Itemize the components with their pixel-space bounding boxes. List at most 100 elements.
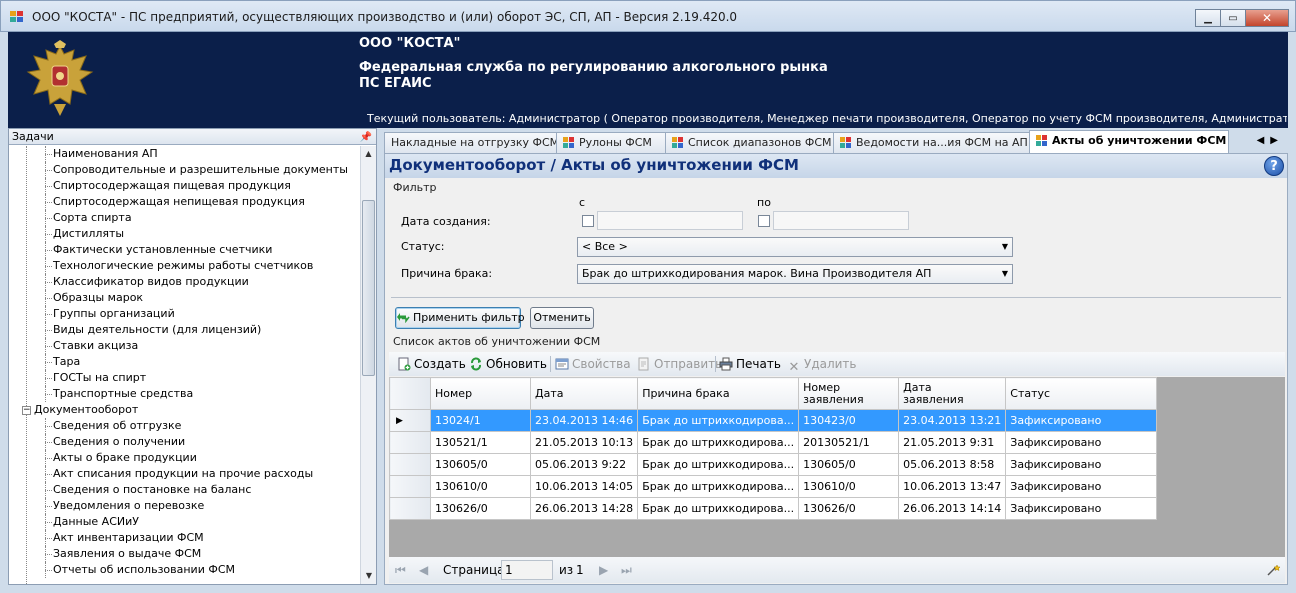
tree-item[interactable]: Сведения об отгрузке: [9, 418, 361, 434]
date-from-field[interactable]: [597, 211, 743, 230]
scroll-thumb[interactable]: [362, 200, 375, 376]
cell-app-number[interactable]: 130626/0: [798, 497, 900, 520]
row-header[interactable]: [389, 453, 431, 476]
cell-status[interactable]: Зафиксировано: [1005, 453, 1158, 476]
cell-number[interactable]: 13024/1: [430, 409, 531, 432]
table-row[interactable]: ▶ 13024/1 23.04.2013 14:46 Брак до штрихкод…: [389, 409, 1158, 432]
column-header-reason[interactable]: Причина брака: [637, 377, 800, 410]
tree-item[interactable]: Заявления о выдаче ФСМ: [9, 546, 361, 562]
scroll-down-icon[interactable]: ▼: [361, 568, 377, 584]
cell-number[interactable]: 130610/0: [430, 475, 531, 498]
tab-2[interactable]: Список диапазонов ФСМ: [665, 132, 835, 153]
cell-app-number[interactable]: 20130521/1: [798, 431, 900, 454]
tree-item[interactable]: Фактически установленные счетчики: [9, 242, 361, 258]
tree-item[interactable]: Технологические режимы работы счетчиков: [9, 258, 361, 274]
tree-item[interactable]: Спиртосодержащая непищевая продукция: [9, 194, 361, 210]
cell-app-number[interactable]: 130423/0: [798, 409, 900, 432]
tab-0[interactable]: Накладные на отгрузку ФСМ: [384, 132, 558, 153]
cell-date[interactable]: 05.06.2013 9:22: [529, 453, 639, 476]
help-icon[interactable]: ?: [1264, 156, 1284, 176]
cell-number[interactable]: 130605/0: [430, 453, 531, 476]
tree-item[interactable]: Виды деятельности (для лицензий): [9, 322, 361, 338]
cell-reason[interactable]: Брак до штрихкодирова...: [637, 453, 800, 476]
tab-prev-icon[interactable]: ◀: [1257, 135, 1271, 146]
cell-status[interactable]: Зафиксировано: [1005, 431, 1158, 454]
cell-date[interactable]: 10.06.2013 14:05: [529, 475, 639, 498]
cell-app-number[interactable]: 130605/0: [798, 453, 900, 476]
last-page-icon[interactable]: ⏭: [621, 563, 632, 578]
tree-item[interactable]: Акт списания продукции на прочие расходы: [9, 466, 361, 482]
wand-icon[interactable]: [1267, 564, 1281, 576]
table-row[interactable]: 130610/0 10.06.2013 14:05 Брак до штрихкод…: [389, 475, 1158, 498]
column-header-status[interactable]: Статус: [1005, 377, 1158, 410]
cell-reason[interactable]: Брак до штрихкодирова...: [637, 431, 800, 454]
column-header-date[interactable]: Дата: [529, 377, 639, 410]
table-row[interactable]: 130626/0 26.06.2013 14:28 Брак до штрихкод…: [389, 497, 1158, 520]
table-row[interactable]: 130605/0 05.06.2013 9:22 Брак до штрихкоди…: [389, 453, 1158, 476]
page-number-input[interactable]: 1: [501, 560, 553, 580]
first-page-icon[interactable]: ⏮: [395, 563, 406, 578]
tree-item[interactable]: Сведения о постановке на баланс: [9, 482, 361, 498]
cell-status[interactable]: Зафиксировано: [1005, 497, 1158, 520]
tree-item[interactable]: Группы организаций: [9, 306, 361, 322]
tree-item[interactable]: Дистилляты: [9, 226, 361, 242]
tree-item[interactable]: Ставки акциза: [9, 338, 361, 354]
close-icon[interactable]: ✕: [1245, 9, 1289, 27]
tree-item[interactable]: Акты о браке продукции: [9, 450, 361, 466]
cell-date[interactable]: 23.04.2013 14:46: [529, 409, 639, 432]
tree-item[interactable]: Спиртосодержащая пищевая продукция: [9, 178, 361, 194]
tab-3[interactable]: Ведомости на...ия ФСМ на АП: [833, 132, 1031, 153]
cell-date[interactable]: 26.06.2013 14:28: [529, 497, 639, 520]
date-to-checkbox[interactable]: [758, 215, 770, 227]
tree-item[interactable]: Наименования АП: [9, 146, 361, 162]
delete-button[interactable]: ✕ Удалить: [787, 356, 857, 375]
tree-item[interactable]: Отчеты об использовании ФСМ: [9, 562, 361, 578]
cell-reason[interactable]: Брак до штрихкодирова...: [637, 409, 800, 432]
row-header[interactable]: [389, 497, 431, 520]
tree-item[interactable]: Классификатор видов продукции: [9, 274, 361, 290]
cell-app-date[interactable]: 10.06.2013 13:47: [898, 475, 1007, 498]
tree-item[interactable]: Акт инвентаризации ФСМ: [9, 530, 361, 546]
column-header-app-date[interactable]: Дата заявления: [898, 377, 1007, 410]
tree-item[interactable]: Образцы марок: [9, 290, 361, 306]
tree-item[interactable]: ГОСТы на спирт: [9, 370, 361, 386]
tree-item[interactable]: Сорта спирта: [9, 210, 361, 226]
tree-item[interactable]: Сопроводительные и разрешительные докуме…: [9, 162, 361, 178]
tab-4[interactable]: Акты об уничтожении ФСМ×: [1029, 130, 1229, 154]
cell-app-date[interactable]: 21.05.2013 9:31: [898, 431, 1007, 454]
tree-item[interactable]: Данные АСИиУ: [9, 514, 361, 530]
tasks-scrollbar[interactable]: ▲ ▼: [360, 146, 376, 584]
row-header[interactable]: [389, 475, 431, 498]
column-header-number[interactable]: Номер: [430, 377, 531, 410]
next-page-icon[interactable]: ▶: [599, 563, 608, 577]
cell-app-date[interactable]: 23.04.2013 13:21: [898, 409, 1007, 432]
properties-button[interactable]: Свойства: [555, 356, 631, 372]
refresh-button[interactable]: Обновить: [469, 356, 547, 372]
row-header[interactable]: [389, 431, 431, 454]
tree-item[interactable]: Тара: [9, 354, 361, 370]
tab-next-icon[interactable]: ▶: [1270, 135, 1284, 146]
collapse-icon[interactable]: −: [22, 406, 31, 415]
cell-reason[interactable]: Брак до штрихкодирова...: [637, 497, 800, 520]
tree-item[interactable]: Транспортные средства: [9, 386, 361, 402]
reason-select[interactable]: Брак до штрихкодирования марок. Вина Про…: [577, 264, 1013, 284]
status-select[interactable]: < Все > ▼: [577, 237, 1013, 257]
column-header-app-number[interactable]: Номер заявления: [798, 377, 900, 410]
scroll-up-icon[interactable]: ▲: [361, 146, 376, 162]
date-to-field[interactable]: [773, 211, 909, 230]
cell-app-number[interactable]: 130610/0: [798, 475, 900, 498]
tree-item[interactable]: Уведомления о перевозке: [9, 498, 361, 514]
create-button[interactable]: Создать: [397, 356, 466, 372]
cell-app-date[interactable]: 05.06.2013 8:58: [898, 453, 1007, 476]
cell-number[interactable]: 130626/0: [430, 497, 531, 520]
print-button[interactable]: Печать: [719, 356, 781, 372]
pin-icon[interactable]: 📌: [360, 130, 372, 145]
tree-group[interactable]: − Документооборот: [9, 402, 361, 418]
tab-1[interactable]: Рулоны ФСМ: [556, 132, 667, 153]
date-from-checkbox[interactable]: [582, 215, 594, 227]
table-row[interactable]: 130521/1 21.05.2013 10:13 Брак до штрихкод…: [389, 431, 1158, 454]
maximize-icon[interactable]: ▭: [1220, 9, 1246, 27]
apply-filter-button[interactable]: Применить фильтр: [395, 307, 525, 329]
cancel-filter-button[interactable]: Отменить: [530, 307, 594, 329]
tree-item[interactable]: Сведения о получении: [9, 434, 361, 450]
